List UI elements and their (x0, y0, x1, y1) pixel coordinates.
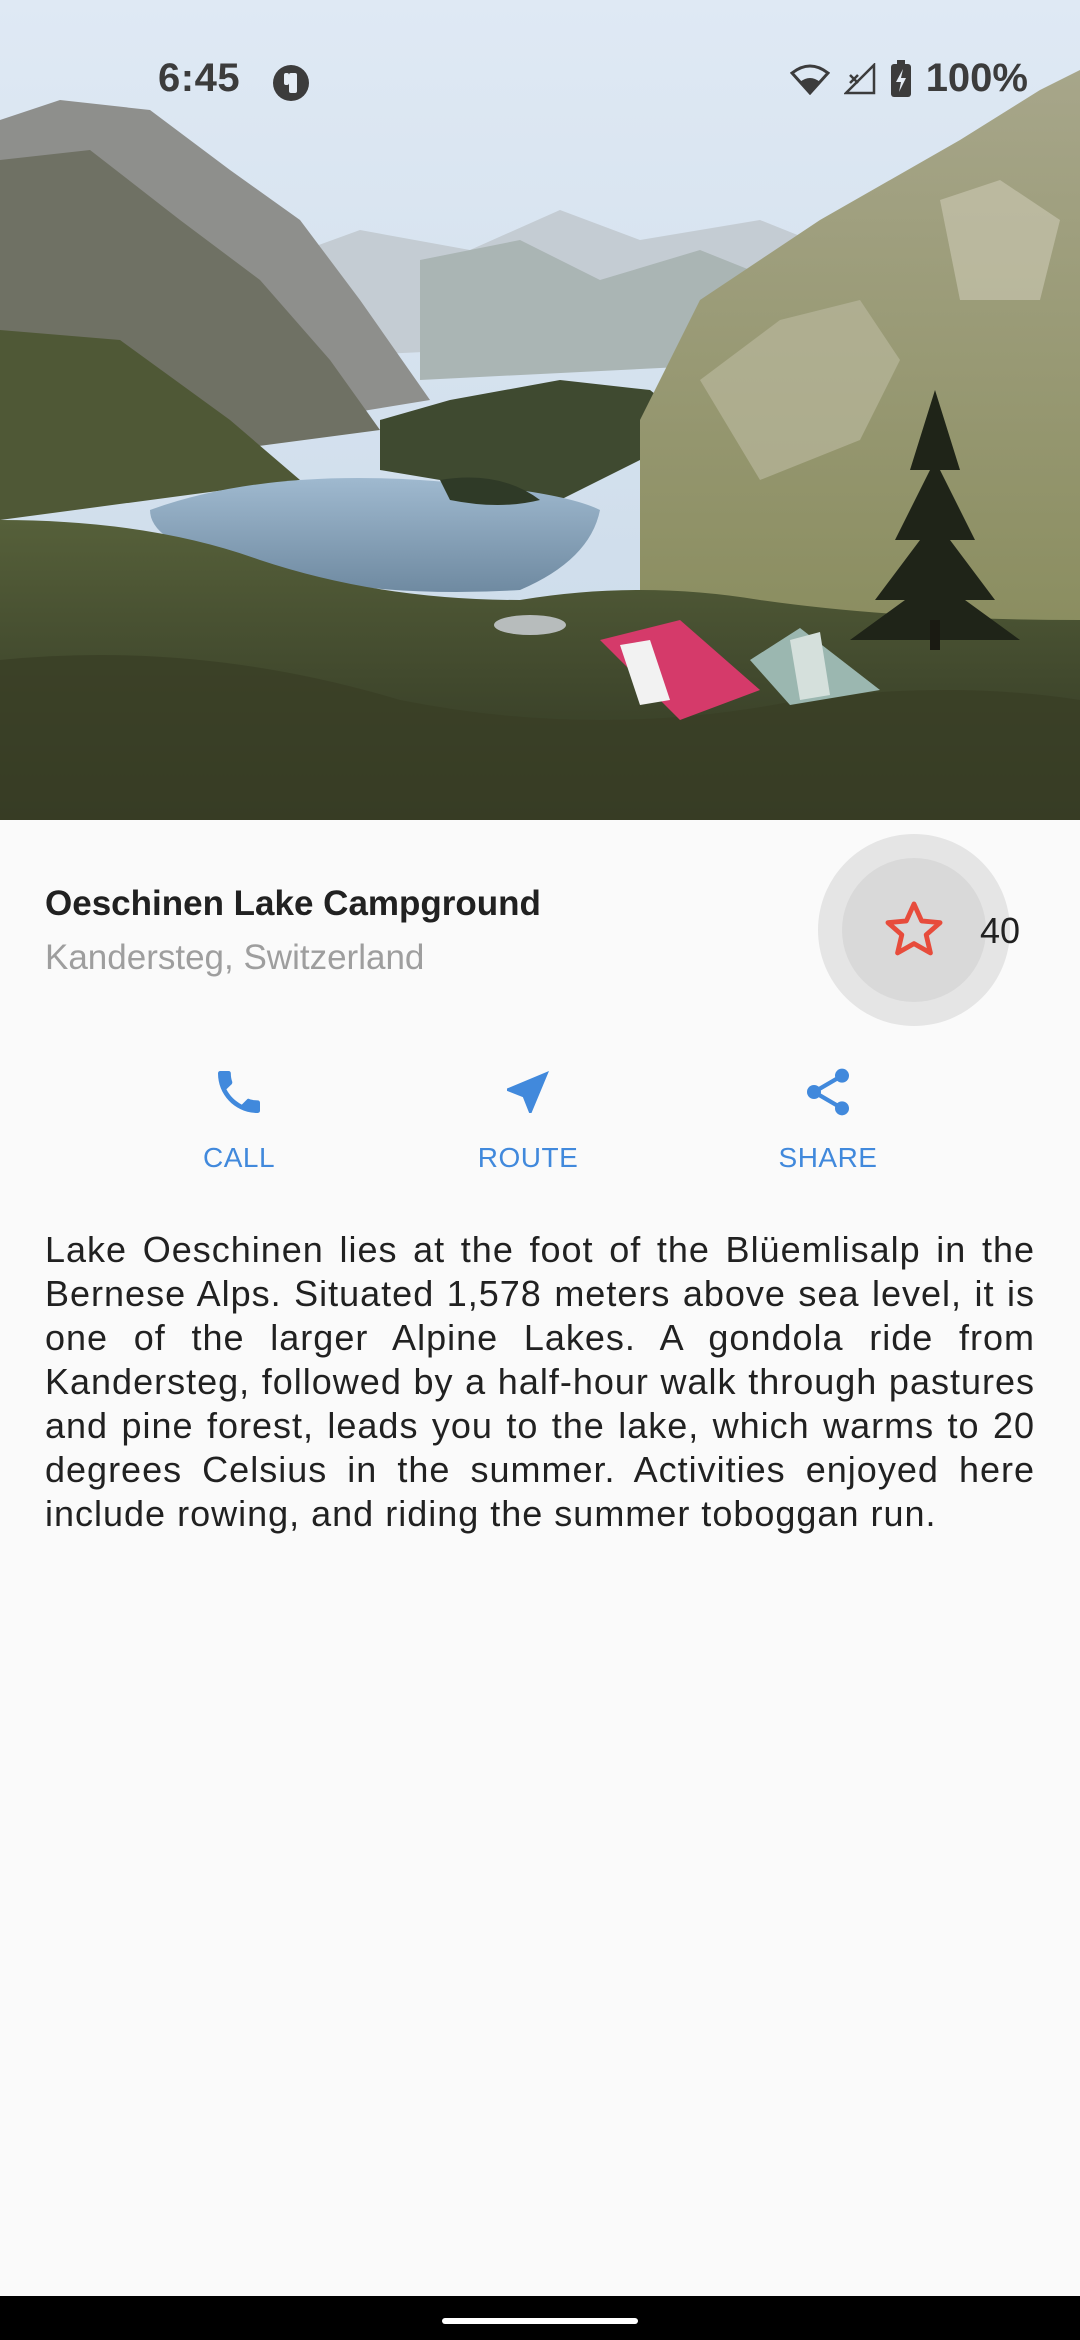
battery-charging-icon (890, 59, 911, 97)
status-bar: 6:45 100% (0, 0, 1080, 160)
share-icon (807, 1068, 849, 1116)
status-time: 6:45 (158, 56, 241, 100)
place-description: Lake Oeschinen lies at the foot of the B… (45, 1229, 1035, 1534)
status-indicators: 100% (789, 56, 1028, 101)
call-button[interactable]: CALL (139, 1064, 339, 1174)
share-button[interactable]: SHARE (728, 1064, 928, 1174)
call-label: CALL (202, 1142, 276, 1173)
star-outline-icon[interactable] (880, 896, 948, 964)
route-label: ROUTE (477, 1142, 579, 1173)
phone-icon (218, 1071, 260, 1113)
place-title: Oeschinen Lake Campground (45, 884, 541, 923)
action-buttons-row: CALL ROUTE SHARE (0, 1064, 1080, 1194)
navigation-arrow-icon (507, 1071, 549, 1113)
cell-signal-icon (843, 62, 875, 94)
home-gesture-handle[interactable] (442, 2318, 638, 2324)
wifi-icon (789, 64, 830, 95)
favorite-count: 40 (980, 910, 1021, 951)
battery-percentage: 100% (925, 56, 1028, 100)
route-button[interactable]: ROUTE (428, 1064, 628, 1174)
app-notification-icon (273, 65, 309, 101)
share-label: SHARE (778, 1142, 878, 1173)
title-section: Oeschinen Lake Campground Kandersteg, Sw… (45, 884, 541, 978)
place-location: Kandersteg, Switzerland (45, 938, 425, 977)
